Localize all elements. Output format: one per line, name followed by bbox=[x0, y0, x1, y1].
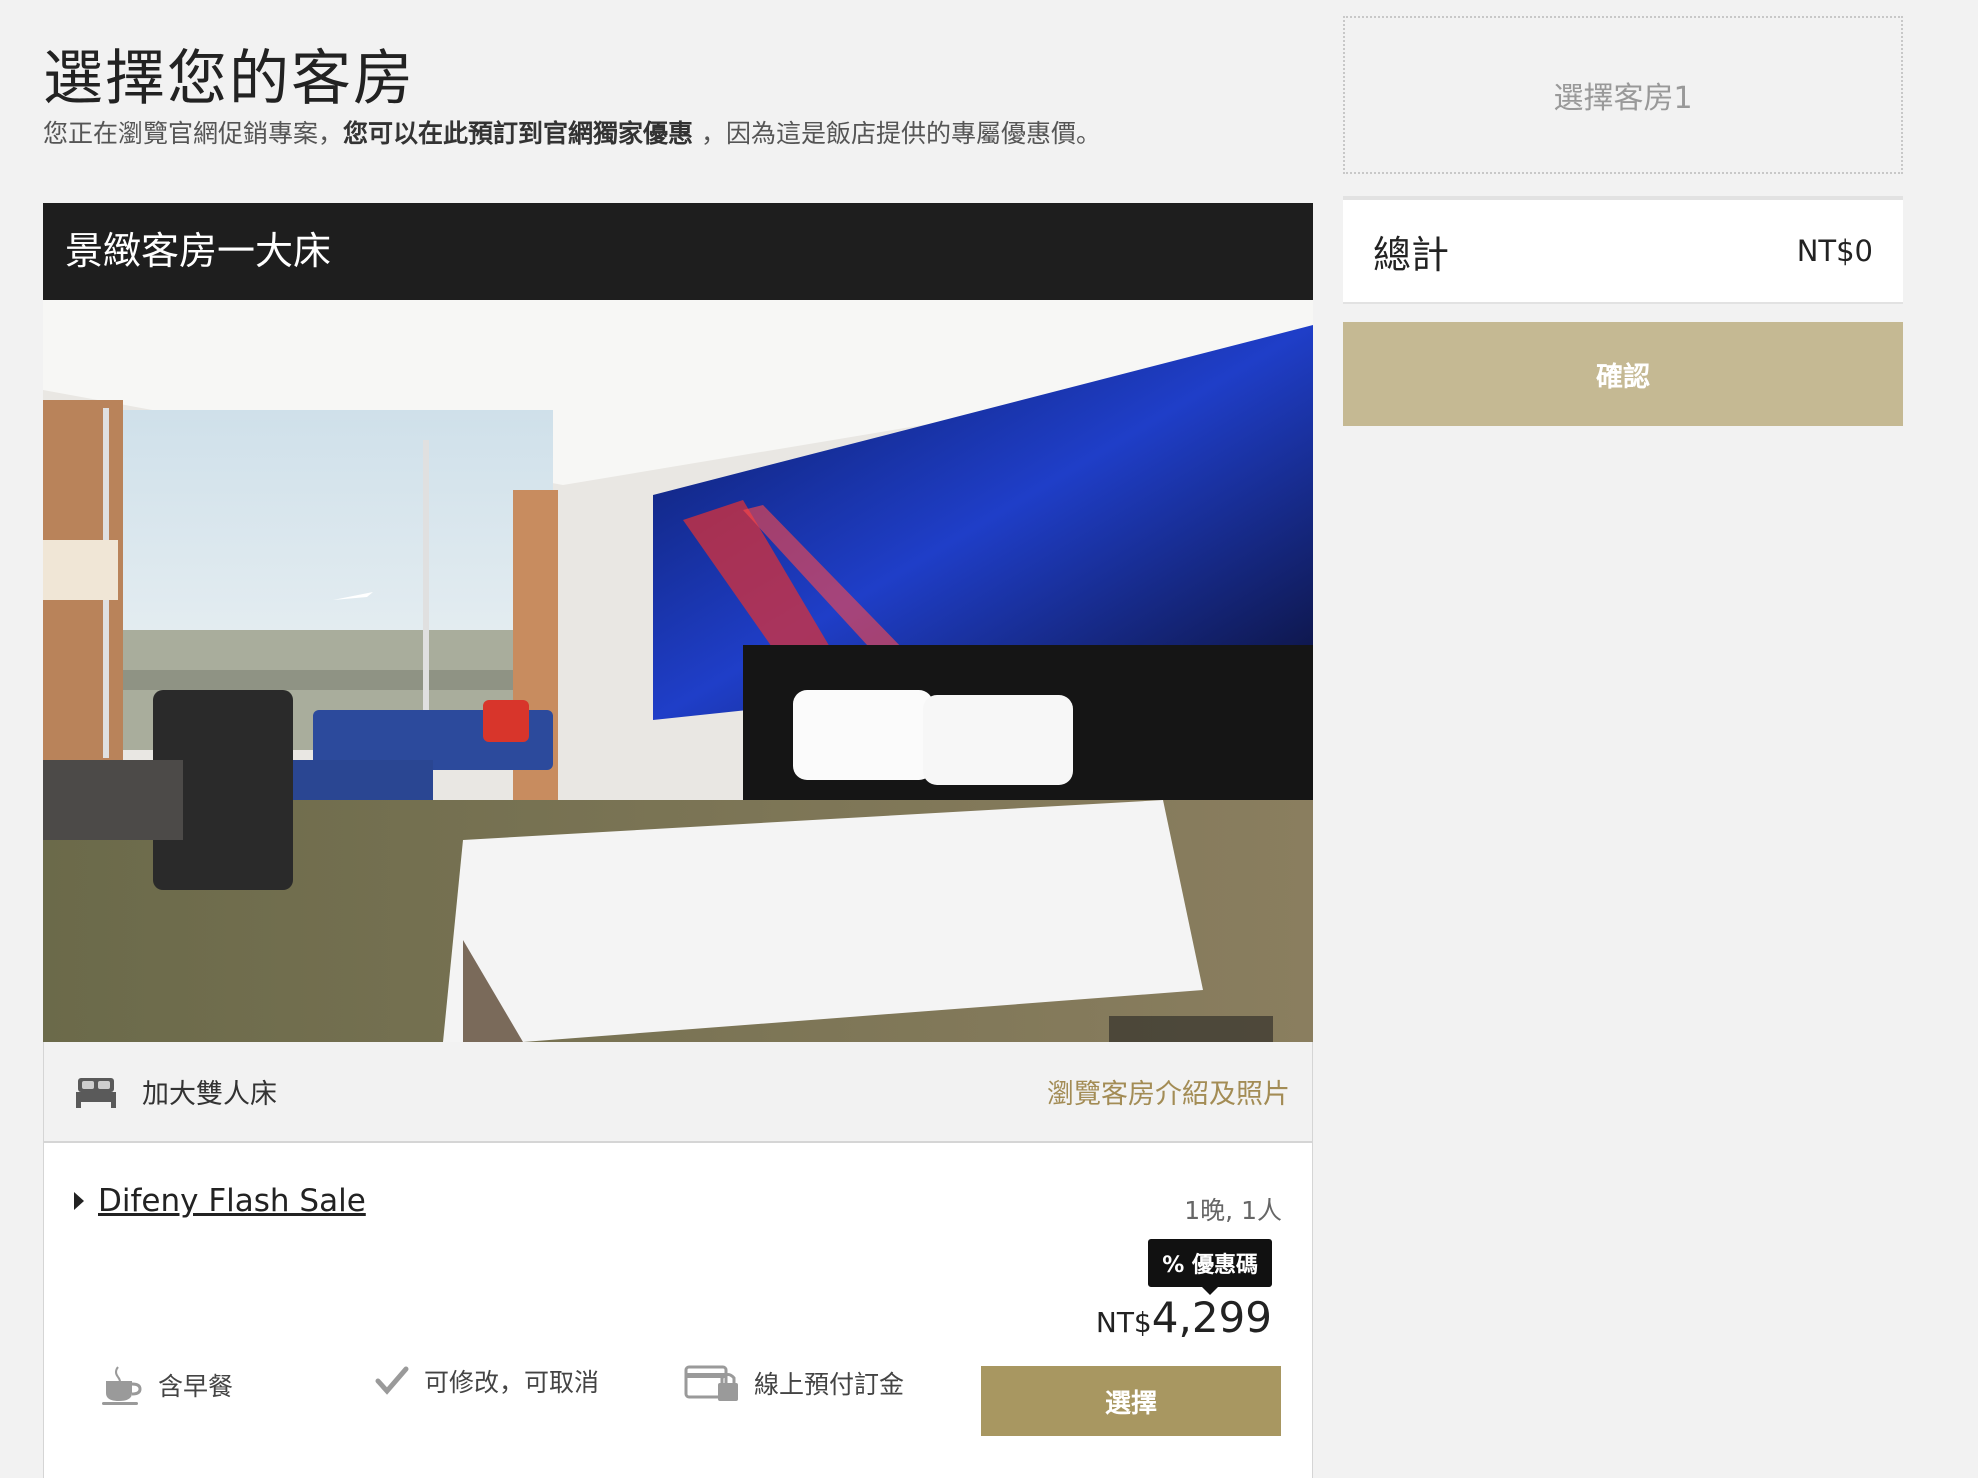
rate-plan-toggle[interactable]: Difeny Flash Sale bbox=[74, 1183, 366, 1219]
bed-type: 加大雙人床 bbox=[142, 1079, 277, 1110]
prepay-card-icon bbox=[684, 1365, 738, 1401]
feature-breakfast: 含早餐 bbox=[100, 1363, 233, 1407]
feature-prepay-label: 線上預付訂金 bbox=[754, 1370, 905, 1399]
subtitle-highlight: 您可以在此預訂到官網獨家優惠 bbox=[343, 119, 694, 148]
booking-summary: 選擇客房1 總計 NT$0 確認 bbox=[1343, 16, 1903, 426]
chevron-right-icon[interactable]: › bbox=[1191, 1016, 1273, 1042]
coffee-cup-icon bbox=[102, 1366, 142, 1405]
room-slot-1: 選擇客房1 bbox=[1343, 16, 1903, 174]
feature-breakfast-label: 含早餐 bbox=[158, 1372, 234, 1401]
feature-cancellation-label: 可修改，可取消 bbox=[424, 1368, 600, 1397]
price-currency: NT$ bbox=[1095, 1306, 1152, 1339]
bed-info-row: 加大雙人床 瀏覽客房介紹及照片 bbox=[43, 1042, 1313, 1142]
room-name: 景緻客房一大床 bbox=[43, 203, 1313, 300]
subtitle-text: 您正在瀏覽官網促銷專案， bbox=[43, 119, 344, 148]
select-room-button[interactable]: 選擇 bbox=[981, 1366, 1281, 1436]
promo-code-badge: % 優惠碼 bbox=[1148, 1239, 1272, 1295]
rate-plan-name[interactable]: Difeny Flash Sale bbox=[98, 1183, 366, 1219]
subtitle-text-end: ，因為這是飯店提供的專屬優惠價。 bbox=[693, 119, 1101, 148]
checkmark-icon bbox=[375, 1366, 409, 1395]
rate-price: NT$4,299 bbox=[1096, 1293, 1272, 1342]
feature-prepay: 線上預付訂金 bbox=[684, 1363, 904, 1403]
feature-cancellation: 可修改，可取消 bbox=[374, 1363, 599, 1399]
page-title: 選擇您的客房 bbox=[43, 44, 415, 114]
room-photo[interactable]: ‹ › bbox=[43, 300, 1313, 1042]
total-row: 總計 NT$0 bbox=[1343, 196, 1903, 304]
chevron-left-icon[interactable]: ‹ bbox=[1109, 1016, 1191, 1042]
total-value: NT$0 bbox=[1796, 234, 1873, 268]
page-subtitle: 您正在瀏覽官網促銷專案，您可以在此預訂到官網獨家優惠 ，因為這是飯店提供的專屬優… bbox=[43, 114, 1101, 150]
bed-icon bbox=[76, 1077, 116, 1108]
price-amount: 4,299 bbox=[1151, 1293, 1272, 1342]
stay-info: 1晚, 1人 bbox=[1184, 1196, 1282, 1225]
room-details-link[interactable]: 瀏覽客房介紹及照片 bbox=[1047, 1072, 1290, 1111]
confirm-button[interactable]: 確認 bbox=[1343, 322, 1903, 426]
room-card: 景緻客房一大床 加大雙人床 瀏覽客房介紹及照片 Difeny Flash Sal… bbox=[43, 203, 1313, 1478]
rate-plan: Difeny Flash Sale 1晚, 1人 % 優惠碼 NT$4,299 … bbox=[43, 1142, 1313, 1478]
total-label: 總計 bbox=[1373, 232, 1450, 277]
caret-right-icon bbox=[74, 1192, 84, 1210]
carousel-nav: ‹ › bbox=[1109, 1016, 1273, 1042]
